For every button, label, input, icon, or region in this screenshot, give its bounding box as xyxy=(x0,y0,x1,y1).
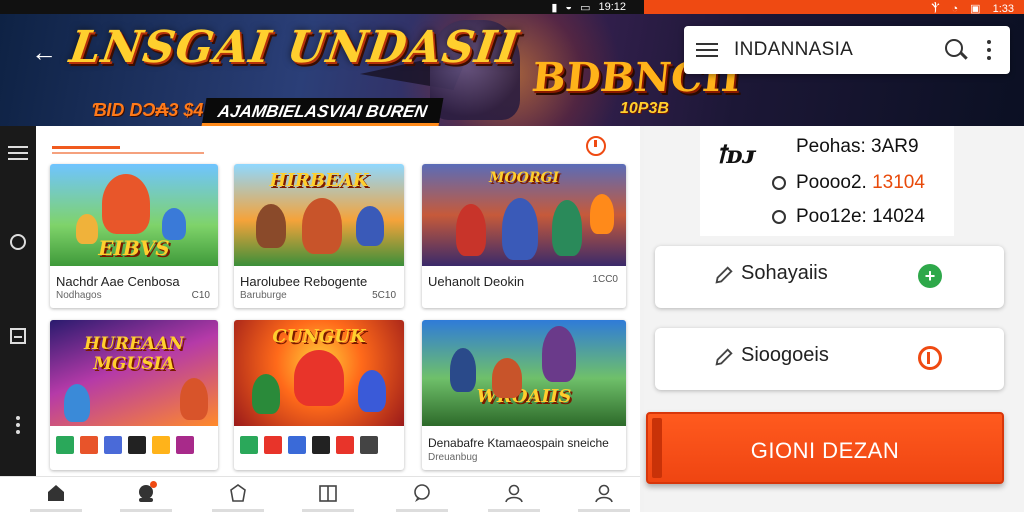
more-vert-icon[interactable] xyxy=(986,40,992,60)
game-badge: HIRBEAK xyxy=(269,170,369,191)
game-badge: CUNGUK xyxy=(272,326,366,347)
wifi-icon: ◒ xyxy=(565,1,573,13)
notification-dot xyxy=(150,481,157,488)
game-badge: HUREAAN MGUSIA xyxy=(84,334,184,374)
game-count: 1CC0 xyxy=(592,274,618,285)
nav-profile[interactable] xyxy=(488,483,540,512)
home-icon xyxy=(48,485,64,501)
left-nav-rail xyxy=(0,126,36,476)
info-line-2-label: Poooo2. xyxy=(796,172,867,193)
banner-price: ƁID DƆ₳3 $4 xyxy=(92,100,204,120)
game-badge: EIBVS xyxy=(98,236,170,260)
game-title: Harolubee Rebogente xyxy=(240,274,368,289)
action-card-2[interactable]: Sioogoeis xyxy=(655,328,1004,390)
bottom-nav xyxy=(0,476,640,512)
info-line-1: Peohas: 3AR9 xyxy=(796,136,919,157)
bag-icon xyxy=(230,484,246,502)
game-meta: Baruburge xyxy=(240,290,287,301)
status-bar-left: ▮ ◒ ▭ 19:12 xyxy=(0,0,644,14)
nav-home[interactable] xyxy=(30,483,82,512)
recents-square-icon[interactable] xyxy=(10,328,26,344)
game-badge: WROAIIS xyxy=(476,386,572,407)
screenshot-strip xyxy=(50,436,194,454)
game-card[interactable]: HUREAAN MGUSIA xyxy=(50,320,218,470)
banner-logo-sub: 10P3B xyxy=(620,100,669,117)
book-icon xyxy=(319,485,337,502)
action-card-1[interactable]: Sohayaiis + xyxy=(655,246,1004,308)
game-thumbnail: HUREAAN MGUSIA xyxy=(50,320,218,426)
status-time-right: 1:33 xyxy=(992,2,1014,15)
pencil-icon xyxy=(715,266,733,284)
info-line-2-value: 13104 xyxy=(872,172,925,193)
add-icon[interactable]: + xyxy=(918,264,942,288)
info-line-3: Poo12e: 14024 xyxy=(796,206,925,227)
bullet-icon xyxy=(772,176,786,190)
game-count: C10 xyxy=(191,290,210,301)
game-title: Denabafre Ktamaeospain sneiche xyxy=(428,436,609,450)
chat-icon xyxy=(414,484,430,502)
banner-title: LNSGAI UNDASII xyxy=(66,22,522,73)
game-thumbnail: MOORGI xyxy=(422,164,626,266)
info-line-2: Poooo2. 13104 xyxy=(796,172,925,194)
game-title: Uehanolt Deokin xyxy=(428,274,525,289)
status-time-left: 19:12 xyxy=(598,1,626,13)
game-card[interactable]: WROAIIS Denabafre Ktamaeospain sneiche D… xyxy=(422,320,626,470)
game-thumbnail: EIBVS xyxy=(50,164,218,266)
menu-icon[interactable] xyxy=(696,43,718,57)
search-input[interactable]: INDANNASIA xyxy=(734,39,944,61)
account-icon xyxy=(595,484,613,503)
game-thumbnail: HIRBEAK xyxy=(234,164,404,266)
game-meta: Dreuanbug xyxy=(428,452,478,463)
game-grid-panel: EIBVS Nachdr Aae Cenbosa Nodhagos C10 HI… xyxy=(36,126,640,476)
game-count: 5C10 xyxy=(372,290,396,301)
pencil-icon xyxy=(715,348,733,366)
search-icon[interactable] xyxy=(944,38,968,62)
alarm-icon[interactable] xyxy=(586,136,606,156)
nav-games[interactable] xyxy=(120,481,172,512)
bullet-icon xyxy=(772,210,786,224)
game-meta: Nodhagos xyxy=(56,290,102,301)
screenshot-strip xyxy=(234,436,378,454)
game-card[interactable]: HIRBEAK Harolubee Rebogente Baruburge 5C… xyxy=(234,164,404,308)
active-tab-indicator xyxy=(52,146,120,149)
more-dots-icon[interactable] xyxy=(16,416,20,436)
nav-library[interactable] xyxy=(302,483,354,512)
game-badge: MOORGI xyxy=(488,170,560,186)
game-thumbnail: CUNGUK xyxy=(234,320,404,426)
action-label: Sioogoeis xyxy=(741,344,829,366)
signal-icon: ▮ xyxy=(551,1,558,14)
alert-icon[interactable] xyxy=(918,346,942,370)
nav-chat[interactable] xyxy=(396,483,448,512)
wifi-icon: ◔ xyxy=(951,2,959,15)
brand-mark: ꝉᴅᴊ xyxy=(716,140,756,169)
game-title: Nachdr Aae Cenbosa xyxy=(56,274,180,289)
drawer-menu-icon[interactable] xyxy=(8,144,28,164)
cta-label: GIONI DEZAN xyxy=(750,438,900,463)
tab-underline xyxy=(52,152,204,154)
profile-icon xyxy=(505,484,523,503)
back-arrow-icon[interactable]: ← xyxy=(28,36,60,68)
game-card[interactable]: CUNGUK xyxy=(234,320,404,470)
battery-icon: ▭ xyxy=(580,1,591,14)
cta-button[interactable]: GIONI DEZAN xyxy=(646,412,1004,484)
nav-account[interactable] xyxy=(578,483,630,512)
home-circle-icon[interactable] xyxy=(10,234,26,250)
info-box: ꝉᴅᴊ Peohas: 3AR9 Poooo2. 13104 Poo12e: 1… xyxy=(700,126,954,236)
search-bar[interactable]: INDANNASIA xyxy=(684,26,1010,74)
banner-subtitle: AJAMBIELASVIAI BUREN xyxy=(201,98,444,126)
game-card[interactable]: EIBVS Nachdr Aae Cenbosa Nodhagos C10 xyxy=(50,164,218,308)
game-thumbnail: WROAIIS xyxy=(422,320,626,426)
nav-store[interactable] xyxy=(212,483,264,512)
action-label: Sohayaiis xyxy=(741,262,828,284)
game-card[interactable]: MOORGI Uehanolt Deokin 1CC0 xyxy=(422,164,626,308)
details-panel: ꝉᴅᴊ Peohas: 3AR9 Poooo2. 13104 Poo12e: 1… xyxy=(644,126,1024,512)
